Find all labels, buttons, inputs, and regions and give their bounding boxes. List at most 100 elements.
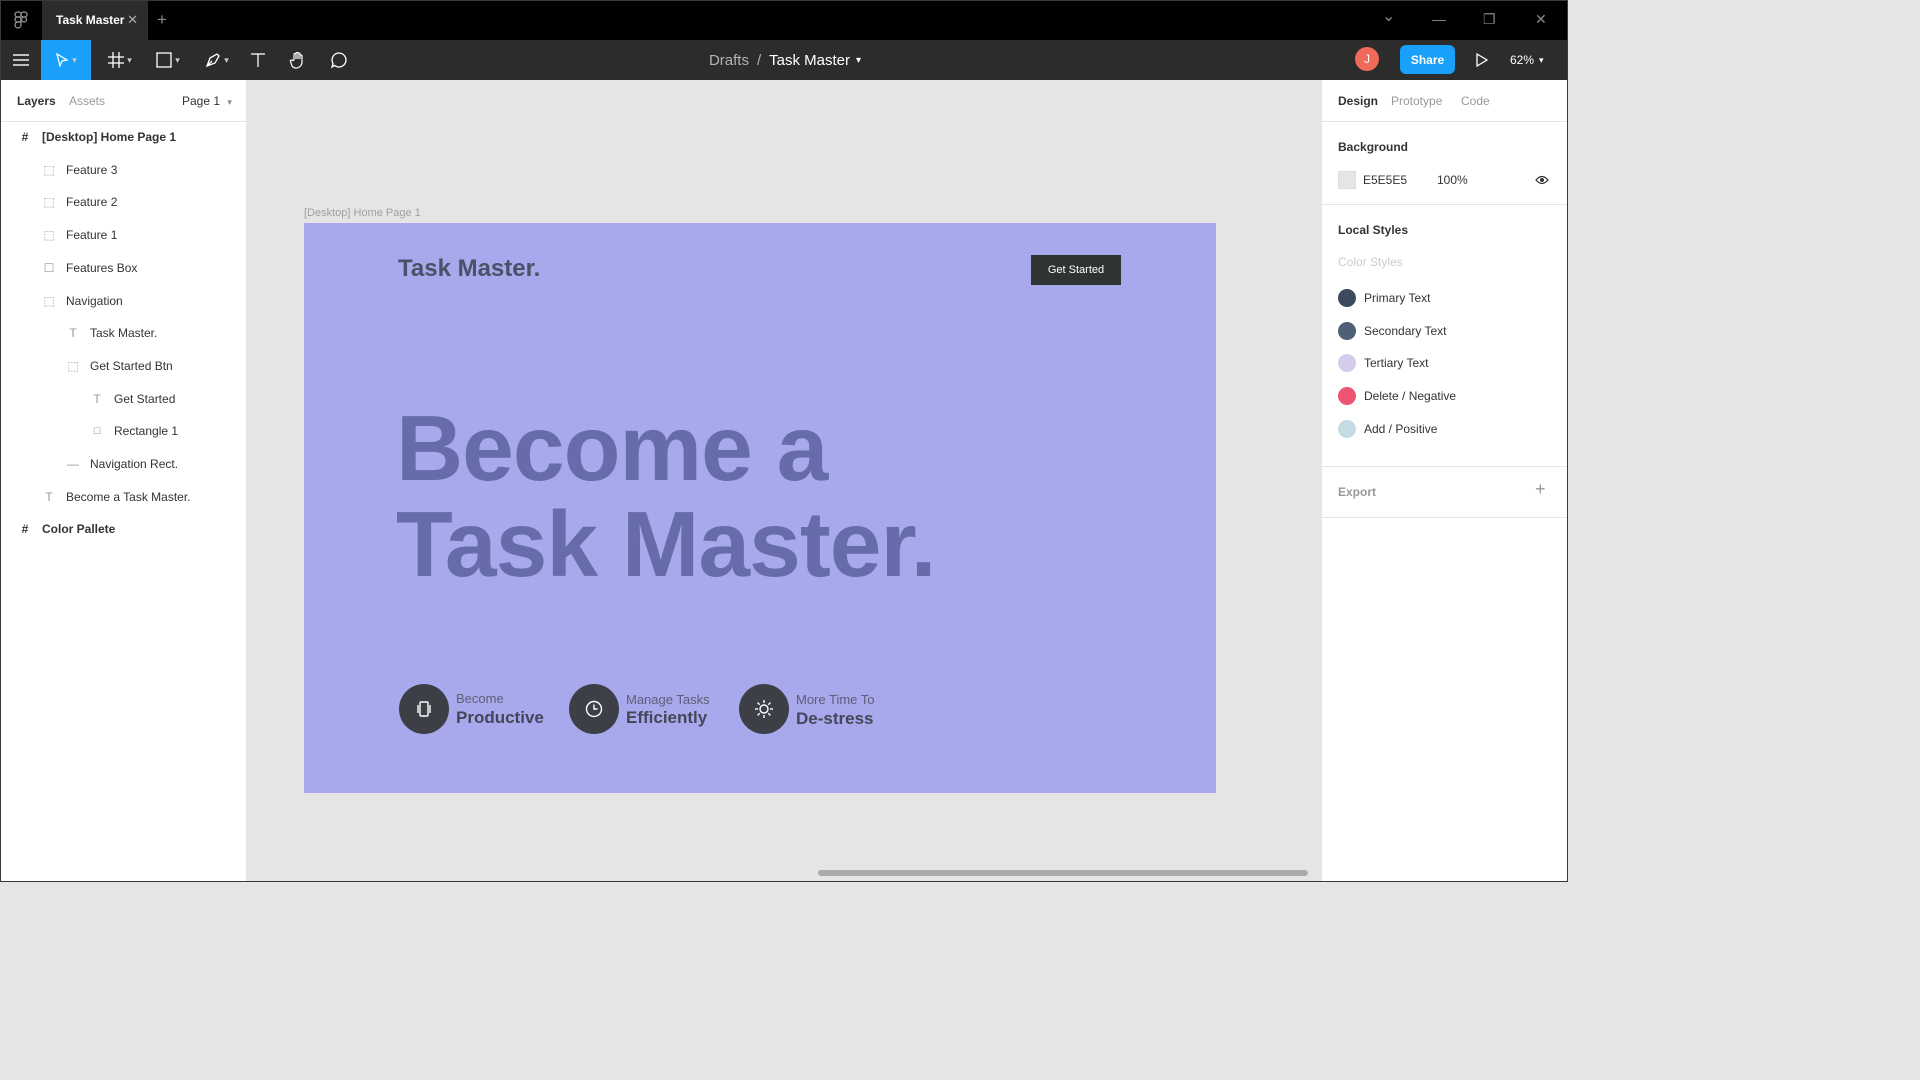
site-logo-text[interactable]: Task Master. (398, 255, 540, 283)
line-icon: — (67, 457, 79, 471)
layer-label: Feature 2 (66, 195, 118, 210)
clock-icon (585, 700, 603, 718)
close-window-icon[interactable]: ✕ (1535, 11, 1547, 28)
local-styles-section: Local Styles Color Styles Primary Text Se… (1322, 205, 1568, 467)
add-export-button[interactable]: + (1535, 479, 1546, 500)
zoom-level: 62% (1510, 53, 1535, 67)
background-opacity[interactable]: 100% (1437, 173, 1468, 187)
share-button[interactable]: Share (1400, 45, 1455, 74)
horizontal-scrollbar[interactable] (818, 870, 1308, 876)
get-started-design-button[interactable]: Get Started (1031, 255, 1121, 285)
avatar[interactable]: J (1355, 47, 1379, 71)
feature-label-bottom[interactable]: Productive (456, 708, 544, 728)
title-bar: Task Master ✕ + ⌄ — ❐ ✕ (0, 0, 1568, 40)
file-name[interactable]: Task Master (769, 52, 850, 69)
text-tool-button[interactable] (245, 40, 271, 80)
feature-label-top[interactable]: More Time To (796, 692, 875, 707)
layer-label: Features Box (66, 260, 138, 275)
feature-icon-circle[interactable] (569, 684, 619, 734)
background-hex[interactable]: E5E5E5 (1363, 173, 1407, 187)
close-tab-icon[interactable]: ✕ (127, 12, 138, 28)
tab-assets[interactable]: Assets (69, 94, 105, 108)
layers-panel: Layers Assets Page 1 ▾ # [Desktop] Home P… (1, 80, 247, 882)
maximize-icon[interactable]: ❐ (1483, 11, 1496, 28)
main-menu-icon[interactable] (8, 40, 34, 80)
hand-icon (289, 51, 303, 69)
layer-row[interactable]: ⬚ Feature 3 (41, 154, 117, 186)
text-icon: T (45, 489, 53, 504)
group-icon: ⬚ (43, 195, 55, 210)
layer-label: Rectangle 1 (114, 424, 179, 439)
text-icon (251, 53, 265, 67)
hero-line-2: Task Master. (396, 492, 936, 596)
layer-label: Feature 3 (66, 162, 118, 177)
properties-panel: Design Prototype Code Background E5E5E5 … (1321, 80, 1568, 882)
frame-label[interactable]: [Desktop] Home Page 1 (304, 207, 421, 219)
layer-label: Feature 1 (66, 228, 118, 243)
color-style-name: Secondary Text (1364, 323, 1447, 338)
hero-heading[interactable]: Become a Task Master. (396, 396, 936, 596)
feature-icon-circle[interactable] (739, 684, 789, 734)
breadcrumb-drafts[interactable]: Drafts (709, 52, 749, 69)
comment-tool-button[interactable] (326, 40, 352, 80)
figma-logo-icon[interactable] (14, 11, 28, 29)
export-heading: Export (1338, 485, 1377, 499)
layer-row[interactable]: ⬚ Navigation (41, 285, 122, 317)
feature-label-bottom[interactable]: Efficiently (626, 708, 707, 728)
background-swatch[interactable] (1338, 171, 1356, 189)
new-tab-button[interactable]: + (157, 10, 167, 30)
hand-tool-button[interactable] (285, 40, 311, 80)
layer-row[interactable]: — Navigation Rect. (65, 448, 178, 480)
feature-label-bottom[interactable]: De-stress (796, 709, 874, 729)
page-selector[interactable]: Page 1 ▾ (182, 94, 232, 108)
pen-tool-button[interactable]: ▾ (197, 40, 237, 80)
layer-label: Task Master. (90, 326, 158, 341)
layer-row[interactable]: # Color Pallete (17, 513, 116, 545)
tab-code[interactable]: Code (1461, 94, 1490, 108)
chevron-down-icon[interactable]: ⌄ (1382, 6, 1395, 26)
feature-label-top[interactable]: Become (456, 691, 504, 706)
color-style-item[interactable]: Tertiary Text (1338, 351, 1428, 375)
layer-row[interactable]: ☐ Rectangle 1 (89, 415, 178, 447)
present-play-icon[interactable] (1476, 52, 1489, 72)
layer-row[interactable]: T Become a Task Master. (41, 481, 190, 513)
text-icon: T (69, 326, 77, 341)
layer-row[interactable]: # [Desktop] Home Page 1 (17, 121, 176, 153)
chevron-down-icon: ▾ (227, 97, 232, 107)
minimize-icon[interactable]: — (1432, 11, 1446, 27)
layer-row[interactable]: ⬚ Feature 2 (41, 186, 117, 218)
layer-row[interactable]: T Get Started (89, 383, 175, 415)
layer-row[interactable]: T Task Master. (65, 317, 157, 349)
breadcrumb: Drafts / Task Master ▾ (600, 40, 970, 80)
color-style-item[interactable]: Delete / Negative (1338, 384, 1456, 408)
tab-design[interactable]: Design (1338, 94, 1378, 108)
color-style-item[interactable]: Primary Text (1338, 286, 1430, 310)
frame-icon (108, 52, 125, 68)
shape-tool-button[interactable]: ▾ (148, 40, 188, 80)
layer-label: [Desktop] Home Page 1 (42, 130, 177, 144)
frame-tool-button[interactable]: ▾ (100, 40, 140, 80)
layer-row[interactable]: ☐ Features Box (41, 252, 138, 284)
color-styles-subheading: Color Styles (1338, 255, 1403, 269)
color-style-item[interactable]: Add / Positive (1338, 417, 1437, 441)
rectangle-icon: ☐ (43, 260, 55, 275)
color-swatch (1338, 289, 1356, 307)
hero-line-1: Become a (396, 396, 828, 500)
layer-row[interactable]: ⬚ Get Started Btn (65, 350, 172, 382)
color-style-item[interactable]: Secondary Text (1338, 319, 1447, 343)
layer-row[interactable]: ⬚ Feature 1 (41, 219, 117, 251)
chevron-down-icon[interactable]: ▾ (856, 55, 861, 66)
eye-icon[interactable] (1535, 173, 1549, 191)
tab-task-master[interactable]: Task Master ✕ (42, 0, 148, 40)
left-panel-tabs: Layers Assets Page 1 ▾ (1, 80, 246, 122)
layer-label: Navigation Rect. (90, 457, 179, 471)
rectangle-icon: ☐ (92, 425, 102, 436)
move-tool-button[interactable]: ▾ (41, 40, 91, 80)
sun-icon (755, 700, 773, 718)
feature-icon-circle[interactable] (399, 684, 449, 734)
feature-label-top[interactable]: Manage Tasks (626, 692, 710, 707)
tab-prototype[interactable]: Prototype (1391, 94, 1442, 108)
zoom-dropdown[interactable]: 62% ▾ (1510, 40, 1544, 80)
tab-label: Task Master (56, 13, 125, 27)
tab-layers[interactable]: Layers (17, 94, 56, 108)
